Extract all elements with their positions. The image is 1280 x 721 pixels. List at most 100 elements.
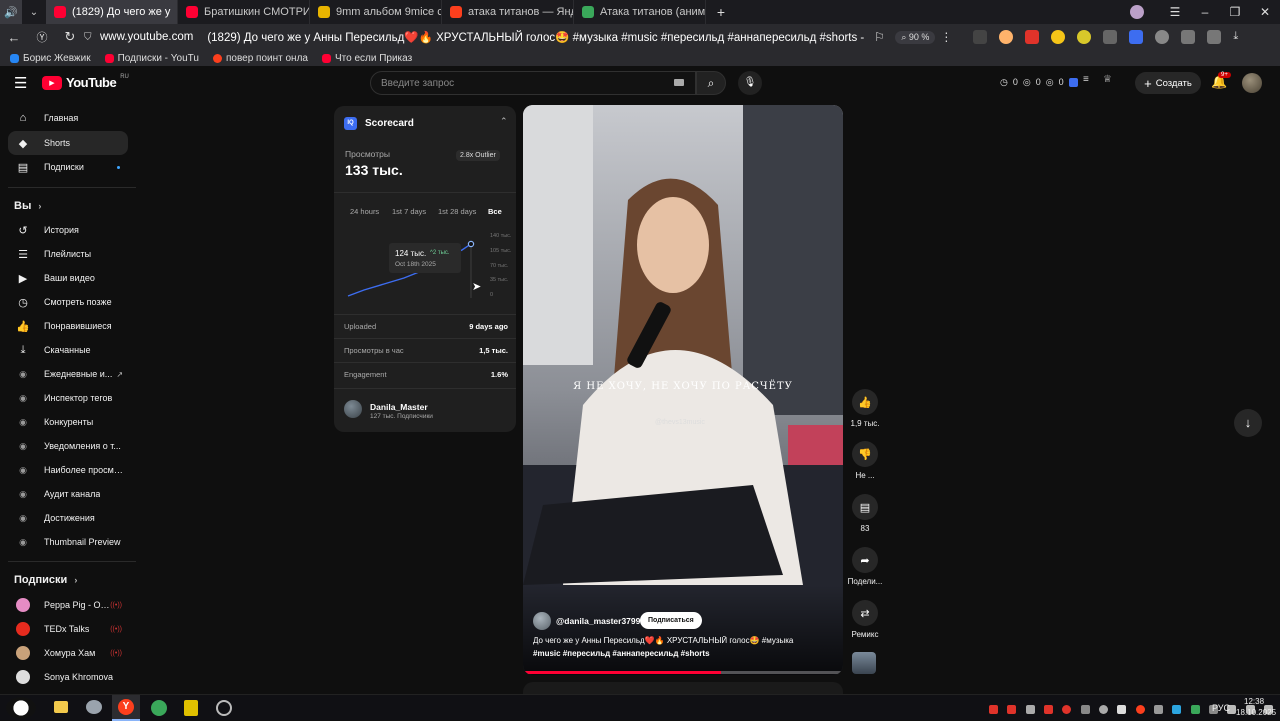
sidebar-item-watch-later[interactable]: ◷ Смотреть позже [8,290,128,314]
sidebar-item-tag-inspector[interactable]: ◉ Инспектор тегов [8,386,128,410]
sidebar-item-liked[interactable]: 👍 Понравившиеся [8,314,128,338]
menu-icon[interactable]: ☰ [1160,5,1190,19]
tray-icon[interactable] [1044,705,1054,714]
video-caption-line-1[interactable]: До чего же у Анны Пересильд❤️🔥 ХРУСТАЛЬН… [533,636,833,645]
app-icon[interactable] [216,700,232,716]
keyboard-language[interactable]: РУС [1212,703,1230,713]
guide-menu-icon[interactable]: ☰ [14,74,27,92]
tray-icon[interactable] [1025,705,1035,714]
ext-2-icon[interactable] [999,30,1014,44]
ext-9-icon[interactable] [1181,30,1196,44]
clock-date[interactable]: 18.10.2025 [1236,708,1276,717]
file-explorer-icon[interactable] [54,701,68,713]
search-box[interactable]: Введите запрос [370,71,696,95]
create-button[interactable]: + Создать [1135,72,1201,94]
sidebar-item-downloads[interactable]: ⤓ Скачанные [8,338,128,362]
tray-icon[interactable] [1080,705,1090,714]
page-title-text[interactable]: (1829) До чего же у Анны Пересильд❤️🔥 ХР… [207,30,867,44]
account-avatar[interactable] [1242,73,1262,93]
sidebar-item-your-videos[interactable]: ▶ Ваши видео [8,266,128,290]
subscribe-button[interactable]: Подписаться [640,612,702,629]
sidebar-item-home[interactable]: ⌂ Главная [8,106,128,130]
next-video-button[interactable]: ↓ [1234,409,1262,437]
search-button[interactable]: ⌕ [696,71,726,95]
range-tab-24h[interactable]: 24 hours [350,207,379,216]
subscription-item-khomura[interactable]: Хомура Хам ((•)) [8,641,128,665]
shorts-video-player[interactable]: Я НЕ ХОЧУ, НЕ ХОЧУ ПО РАСЧЁТУ @thevs13mu… [523,105,843,675]
subscription-item-sonya[interactable]: Sonya Khromova [8,665,128,689]
ext-6-icon[interactable] [1103,30,1118,44]
site-info-icon[interactable]: ⛉ [84,32,100,43]
subscription-item-tedx[interactable]: TEDx Talks ((•)) [8,617,128,641]
profile-avatar[interactable] [1130,5,1144,19]
sidebar-item-shorts[interactable]: ◆ Shorts [8,131,128,155]
zoom-badge[interactable]: ⌕ 90 % [895,30,936,44]
keyboard-icon[interactable] [674,79,684,86]
bookmark-icon[interactable]: ⚐ [867,30,891,44]
bookmark-item[interactable]: Подписки - YouTu [104,53,199,64]
speaker-icon[interactable]: 🔊 [0,0,22,24]
share-button[interactable]: ➦ Подели... [846,547,884,586]
sidebar-item-most-viewed[interactable]: ◉ Наиболее просма... [8,458,128,482]
restore-icon[interactable]: ❐ [1220,5,1250,19]
vidiq-icon[interactable] [1069,78,1078,87]
sidebar-item-channel-audit[interactable]: ◉ Аудит канала [8,482,128,506]
new-tab-button[interactable]: + [710,4,732,20]
comments-button[interactable]: ▤ 83 [846,494,884,533]
sidebar-item-playlists[interactable]: ☰ Плейлисты [8,242,128,266]
sidebar-item-competitors[interactable]: ◉ Конкуренты [8,410,128,434]
start-panda-icon[interactable] [6,697,36,719]
video-progress-track[interactable] [523,671,843,674]
sidebar-item-achievements[interactable]: ◉ Достижения [8,506,128,530]
you-section-title[interactable]: Вы › [14,200,41,212]
tray-icon[interactable] [1172,705,1182,714]
tray-icon[interactable] [989,705,998,714]
tray-icon[interactable] [1062,705,1072,714]
tray-icon[interactable] [1007,705,1017,714]
clock-time[interactable]: 12:38 [1244,697,1264,706]
channel-avatar[interactable] [344,400,362,418]
sidebar-item-notifications[interactable]: ◉ Уведомления о т... [8,434,128,458]
range-tab-28d[interactable]: 1st 28 days [438,207,476,216]
ext-7-icon[interactable] [1129,30,1144,44]
minimize-icon[interactable]: – [1190,5,1220,19]
bookmark-item[interactable]: Что если Приказ [321,53,412,64]
ext-8-icon[interactable] [1155,30,1170,44]
range-tab-all[interactable]: Все [488,207,502,216]
sidebar-item-thumbnail-preview[interactable]: ◉ Thumbnail Preview [8,530,128,554]
reload-icon[interactable]: ↻ [56,29,84,45]
tab-3[interactable]: 9mm альбом 9mice слуша [310,0,442,24]
remix-button[interactable]: ⇄ Ремикс [846,600,884,639]
ext-3-icon[interactable] [1025,30,1040,44]
tray-icon[interactable] [1099,705,1109,714]
channel-name[interactable]: Danila_Master [370,402,428,412]
ext-1-icon[interactable] [973,30,988,44]
youtube-logo[interactable]: ▶ YouTube RU [42,74,129,90]
trophy-icon[interactable]: ♕ [1103,74,1112,85]
sidebar-item-history[interactable]: ↺ История [8,218,128,242]
like-button[interactable]: 👍 1,9 тыс. [846,389,884,428]
sound-thumbnail[interactable] [852,652,876,674]
yandex-browser-taskbar-icon[interactable]: Y [112,695,140,721]
app-icon[interactable] [184,700,198,716]
sidebar-item-subscriptions[interactable]: ▤ Подписки [8,155,128,179]
sidebar-item-daily[interactable]: ◉ Ежедневные и... ↗ [8,362,128,386]
collapse-chevron-icon[interactable]: ⌃ [500,116,508,127]
tray-icon[interactable] [1154,705,1164,714]
ext-5-icon[interactable] [1077,30,1092,44]
list-icon[interactable]: ≡ [1083,74,1089,85]
more-options-icon[interactable]: ⋮ [935,30,957,44]
next-video-peek[interactable] [523,682,843,694]
range-tab-7d[interactable]: 1st 7 days [392,207,426,216]
close-window-icon[interactable]: ✕ [1250,5,1280,19]
ext-4-icon[interactable] [1051,30,1066,44]
video-channel-avatar[interactable] [533,612,551,630]
tab-4[interactable]: атака титанов — Яндекс [442,0,574,24]
tabs-menu-chevron-icon[interactable]: ⌄ [22,7,46,18]
url-text[interactable]: www.youtube.com [100,31,193,43]
tray-icon[interactable] [1190,705,1200,714]
bookmark-item[interactable]: Борис Жевжик [10,53,91,64]
dislike-button[interactable]: 👎 Не ... [846,441,884,480]
subscription-item-peppa[interactable]: Peppa Pig - Offici...((•)) [8,593,128,617]
tab-2[interactable]: Братишкин СМОТРИТ - К [178,0,310,24]
